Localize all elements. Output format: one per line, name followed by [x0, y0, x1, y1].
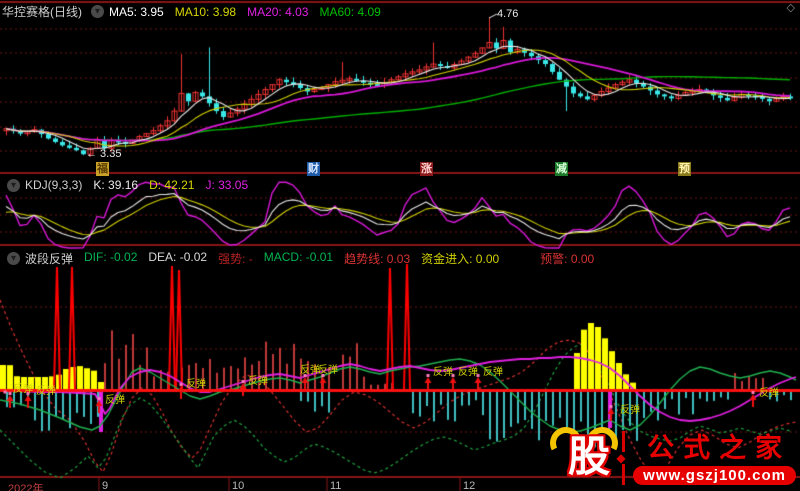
indicator-title: 波段反弹: [25, 252, 74, 266]
low-price-label: ← 3.35: [86, 148, 122, 160]
month-label-3: 12: [463, 480, 476, 491]
kdj-panel-header: ▾ KDJ(9,3,3) K: 39.16 D: 42.21 J: 33.05: [2, 178, 259, 192]
ma-value-3: MA60: 4.09: [319, 4, 381, 19]
panel-collapse-icon[interactable]: ▾: [91, 5, 104, 18]
brand-name: 公式之家: [647, 432, 792, 463]
diamond-icon: ◆: [616, 451, 626, 465]
rebound-label: 反弹: [300, 365, 320, 376]
panel-collapse-icon[interactable]: ▾: [7, 252, 20, 265]
panel-collapse-icon[interactable]: ▾: [7, 178, 20, 192]
rebound-label: 反弹: [36, 386, 56, 397]
ma-values: MA5: 3.95 MA10: 3.98 MA20: 4.03 MA60: 4.09: [109, 5, 392, 19]
stock-title: 华控赛格(日线): [2, 5, 82, 19]
year-label: 2022年: [8, 483, 44, 491]
indicator-field-4: 趋势线: 0.03: [344, 252, 411, 266]
ma-value-0: MA5: 3.95: [109, 4, 164, 19]
rebound-label: 反弹: [248, 376, 268, 387]
indicator-values: DIF: -0.02 DEA: -0.02 强势: - MACD: -0.01 趋势线:…: [84, 250, 605, 267]
month-label-2: 11: [330, 480, 342, 491]
rebound-label: 反弹: [483, 367, 503, 378]
indicator-field-5: 资金进入: 0.00: [421, 252, 500, 266]
bottom-panel-header: ▾ 波段反弹 DIF: -0.02 DEA: -0.02 强势: - MACD: -0…: [2, 250, 605, 267]
stock-app-window: 华控赛格(日线) ▾ MA5: 3.95 MA10: 3.98 MA20: 4.03…: [0, 0, 800, 491]
indicator-field-0: DIF: -0.02: [84, 250, 138, 264]
kdj-j-value: J: 33.05: [205, 178, 249, 192]
ma-value-2: MA20: 4.03: [247, 4, 309, 19]
watermark-char-3: 减: [555, 162, 568, 176]
watermark-char-4: 预: [678, 162, 691, 176]
corner-diamond-icon[interactable]: ◇: [787, 1, 795, 14]
kdj-d-value: D: 42.21: [149, 178, 195, 192]
high-price-label: 4.76: [497, 8, 519, 20]
indicator-field-3: MACD: -0.01: [263, 250, 334, 264]
rebound-label: 反弹: [433, 367, 453, 378]
site-logo[interactable]: 股 ◆ 公式之家 www.gszj100.com: [545, 422, 796, 489]
indicator-field-6: 预警: 0.00: [540, 252, 595, 266]
chart-canvas[interactable]: [0, 0, 800, 491]
kdj-title: KDJ(9,3,3): [25, 178, 83, 192]
bull-logo: 股: [545, 422, 623, 489]
watermark-char-2: 涨: [420, 162, 433, 176]
top-panel-header: 华控赛格(日线) ▾ MA5: 3.95 MA10: 3.98 MA20: 4.03…: [2, 3, 392, 20]
month-label-0: 9: [102, 480, 109, 491]
logo-character: 股: [568, 435, 611, 481]
rebound-label: 反弹: [620, 405, 640, 416]
rebound-label: 反弹: [458, 367, 478, 378]
indicator-field-1: DEA: -0.02: [148, 250, 208, 264]
rebound-label: 反弹: [186, 379, 206, 390]
logo-divider: ◆: [616, 431, 626, 485]
rebound-label: 反弹: [13, 384, 33, 395]
site-url[interactable]: www.gszj100.com: [633, 465, 796, 485]
ma-value-1: MA10: 3.98: [174, 4, 237, 19]
month-label-1: 10: [232, 480, 245, 491]
rebound-label: 反弹: [105, 395, 125, 406]
watermark-char-0: 福: [96, 162, 109, 176]
kdj-k-value: K: 39.16: [93, 178, 139, 192]
rebound-label: 反弹: [759, 388, 779, 399]
rebound-label: 反弹: [318, 365, 338, 376]
indicator-field-2: 强势: -: [218, 252, 253, 266]
watermark-char-1: 财: [307, 162, 320, 176]
